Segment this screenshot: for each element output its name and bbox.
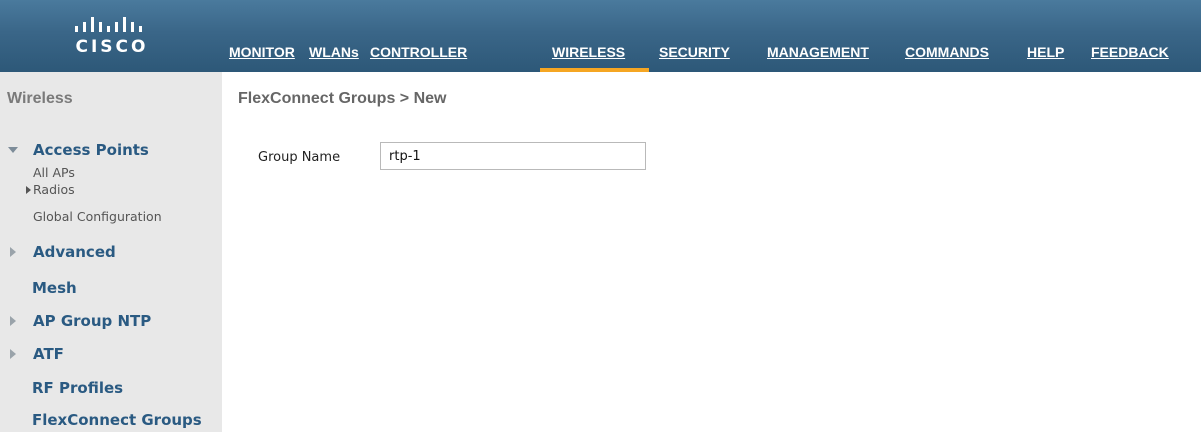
page-title: FlexConnect Groups > New [238,90,447,107]
sidebar-subitem-all-aps[interactable]: All APs [33,165,75,180]
nav-controller[interactable]: CONTROLLER [370,44,467,60]
nav-management[interactable]: MANAGEMENT [767,44,869,60]
sidebar-item-atf[interactable]: ATF [33,345,64,363]
group-name-label: Group Name [258,150,341,165]
cisco-bars-icon [75,17,142,32]
sidebar-subitem-global-configuration[interactable]: Global Configuration [33,209,162,224]
expand-right-icon[interactable] [10,349,16,359]
nav-active-indicator [540,68,649,72]
sidebar-item-mesh[interactable]: Mesh [32,279,77,297]
expand-right-icon[interactable] [10,316,16,326]
nav-feedback[interactable]: FEEDBACK [1091,44,1169,60]
cisco-logo: CISCO [64,16,160,57]
sidebar-item-access-points[interactable]: Access Points [33,141,149,159]
sidebar-item-ap-group-ntp[interactable]: AP Group NTP [33,312,151,330]
nav-help[interactable]: HELP [1027,44,1064,60]
sidebar-item-rf-profiles[interactable]: RF Profiles [32,379,123,397]
sidebar: Wireless Access Points All APs Radios Gl… [0,72,222,432]
sidebar-item-flexconnect-groups[interactable]: FlexConnect Groups [32,411,202,429]
nav-monitor[interactable]: MONITOR [229,44,295,60]
group-name-input[interactable] [380,142,646,170]
nav-security[interactable]: SECURITY [659,44,730,60]
nav-wlans[interactable]: WLANs [309,44,359,60]
nav-wireless[interactable]: WIRELESS [552,44,625,60]
cisco-wordmark: CISCO [75,37,149,57]
expand-right-icon[interactable] [10,247,16,257]
sidebar-title: Wireless [7,90,73,107]
expand-right-icon[interactable] [26,186,31,194]
top-navigation-bar: CISCO MONITOR WLANs CONTROLLER WIRELESS … [0,0,1201,72]
nav-commands[interactable]: COMMANDS [905,44,989,60]
sidebar-item-advanced[interactable]: Advanced [33,243,116,261]
expand-down-icon[interactable] [8,147,18,153]
sidebar-subitem-radios[interactable]: Radios [33,182,75,197]
